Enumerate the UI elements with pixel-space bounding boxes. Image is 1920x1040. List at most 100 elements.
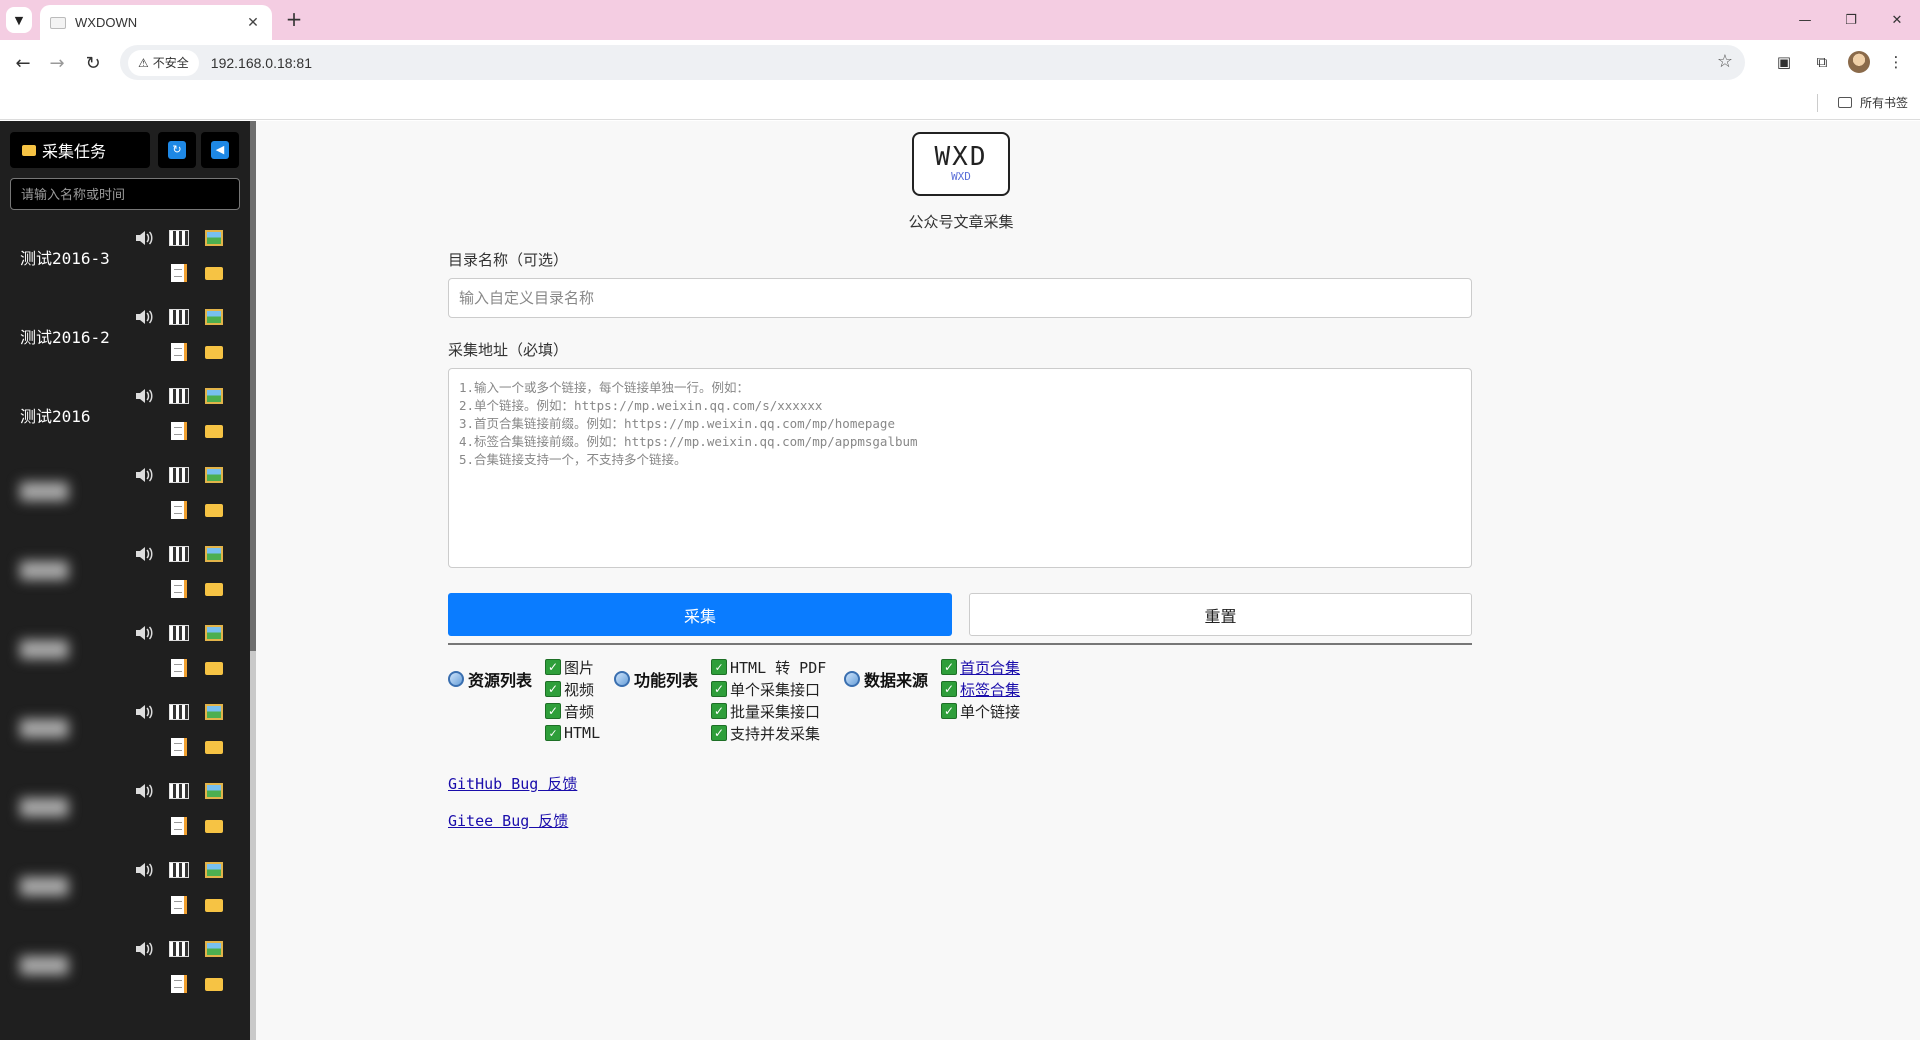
tag-collection-link[interactable]: 标签合集 [960, 679, 1020, 700]
image-icon[interactable] [204, 229, 224, 247]
folder-icon[interactable] [204, 343, 224, 361]
refresh-button[interactable]: ↻ [158, 132, 196, 168]
task-name[interactable]: █████ [20, 798, 68, 817]
github-bug-link[interactable]: GitHub Bug 反馈 [448, 773, 577, 794]
folder-icon[interactable] [204, 896, 224, 914]
task-name[interactable]: █████ [20, 640, 68, 659]
browser-tab[interactable]: WXDOWN ✕ [40, 5, 272, 40]
task-item[interactable]: █████ [0, 616, 250, 695]
audio-icon[interactable] [134, 861, 154, 879]
folder-icon[interactable] [204, 975, 224, 993]
back-icon[interactable]: ← [10, 50, 36, 76]
video-icon[interactable] [169, 782, 189, 800]
folder-icon[interactable] [204, 580, 224, 598]
html-document-icon[interactable] [169, 343, 189, 361]
task-name[interactable]: 测试2016-2 [20, 324, 110, 348]
video-icon[interactable] [169, 545, 189, 563]
task-item[interactable]: █████ [0, 695, 250, 774]
folder-icon[interactable] [204, 738, 224, 756]
task-search-input[interactable] [10, 178, 240, 210]
html-document-icon[interactable] [169, 659, 189, 677]
html-document-icon[interactable] [169, 738, 189, 756]
gitee-bug-link[interactable]: Gitee Bug 反馈 [448, 810, 568, 831]
reload-icon[interactable]: ↻ [80, 50, 106, 76]
html-document-icon[interactable] [169, 264, 189, 282]
video-icon[interactable] [169, 229, 189, 247]
minimize-icon[interactable]: — [1782, 0, 1828, 40]
image-icon[interactable] [204, 624, 224, 642]
task-item[interactable]: █████ [0, 774, 250, 853]
task-item[interactable]: 测试2016-2 [0, 300, 250, 379]
image-icon[interactable] [204, 466, 224, 484]
audio-icon[interactable] [134, 940, 154, 958]
video-icon[interactable] [169, 703, 189, 721]
task-name[interactable]: █████ [20, 561, 68, 580]
task-name[interactable]: █████ [20, 956, 68, 975]
audio-icon[interactable] [134, 229, 154, 247]
collect-button[interactable]: 采集 [448, 593, 952, 636]
video-icon[interactable] [169, 861, 189, 879]
audio-icon[interactable] [134, 466, 154, 484]
bookmark-star-icon[interactable]: ☆ [1717, 51, 1733, 72]
image-icon[interactable] [204, 861, 224, 879]
folder-icon[interactable] [204, 422, 224, 440]
video-icon[interactable] [169, 624, 189, 642]
image-icon[interactable] [204, 387, 224, 405]
avatar[interactable] [1848, 51, 1870, 73]
reset-button[interactable]: 重置 [969, 593, 1472, 636]
image-icon[interactable] [204, 545, 224, 563]
audio-icon[interactable] [134, 782, 154, 800]
task-name[interactable]: 测试2016-3 [20, 245, 110, 269]
task-item[interactable]: 测试2016 [0, 379, 250, 458]
url-text[interactable]: 192.168.0.18:81 [211, 55, 312, 71]
html-document-icon[interactable] [169, 817, 189, 835]
html-document-icon[interactable] [169, 422, 189, 440]
folder-icon[interactable] [204, 817, 224, 835]
new-tab-button[interactable]: + [282, 8, 306, 32]
extension-app-icon[interactable]: ▣ [1772, 50, 1796, 74]
task-item[interactable]: █████ [0, 458, 250, 537]
image-icon[interactable] [204, 782, 224, 800]
all-bookmarks-button[interactable]: 所有书签 [1837, 94, 1908, 111]
folder-icon[interactable] [204, 264, 224, 282]
audio-icon[interactable] [134, 703, 154, 721]
html-document-icon[interactable] [169, 975, 189, 993]
site-info-chip[interactable]: ⚠ 不安全 [128, 49, 199, 76]
url-textarea[interactable]: 1.输入一个或多个链接，每个链接单独一行。例如： 2.单个链接。例如：https… [448, 368, 1472, 568]
close-window-icon[interactable]: ✕ [1874, 0, 1920, 40]
folder-icon[interactable] [204, 659, 224, 677]
html-document-icon[interactable] [169, 501, 189, 519]
image-icon[interactable] [204, 940, 224, 958]
task-name[interactable]: █████ [20, 482, 68, 501]
html-document-icon[interactable] [169, 896, 189, 914]
task-name[interactable]: █████ [20, 719, 68, 738]
html-document-icon[interactable] [169, 580, 189, 598]
image-icon[interactable] [204, 308, 224, 326]
audio-icon[interactable] [134, 387, 154, 405]
close-icon[interactable]: ✕ [244, 15, 262, 31]
task-item[interactable]: █████ [0, 853, 250, 932]
video-icon[interactable] [169, 308, 189, 326]
more-menu-icon[interactable]: ⋮ [1884, 50, 1908, 74]
audio-icon[interactable] [134, 308, 154, 326]
address-bar[interactable]: ⚠ 不安全 192.168.0.18:81 ☆ [120, 45, 1745, 80]
audio-icon[interactable] [134, 545, 154, 563]
video-icon[interactable] [169, 940, 189, 958]
task-item[interactable]: █████ [0, 932, 250, 1011]
extensions-puzzle-icon[interactable]: ⧉ [1810, 50, 1834, 74]
audio-icon[interactable] [134, 624, 154, 642]
homepage-collection-link[interactable]: 首页合集 [960, 657, 1020, 678]
task-item[interactable]: █████ [0, 537, 250, 616]
dir-name-input[interactable] [448, 278, 1472, 318]
task-name[interactable]: 测试2016 [20, 403, 91, 427]
tab-search-button[interactable]: ▼ [6, 7, 32, 33]
restore-icon[interactable]: ❐ [1828, 0, 1874, 40]
task-item[interactable]: 测试2016-3 [0, 221, 250, 300]
task-name[interactable]: █████ [20, 877, 68, 896]
forward-icon[interactable]: → [44, 50, 70, 76]
image-icon[interactable] [204, 703, 224, 721]
collapse-sidebar-button[interactable]: ◀ [201, 132, 239, 168]
folder-icon[interactable] [204, 501, 224, 519]
video-icon[interactable] [169, 387, 189, 405]
video-icon[interactable] [169, 466, 189, 484]
